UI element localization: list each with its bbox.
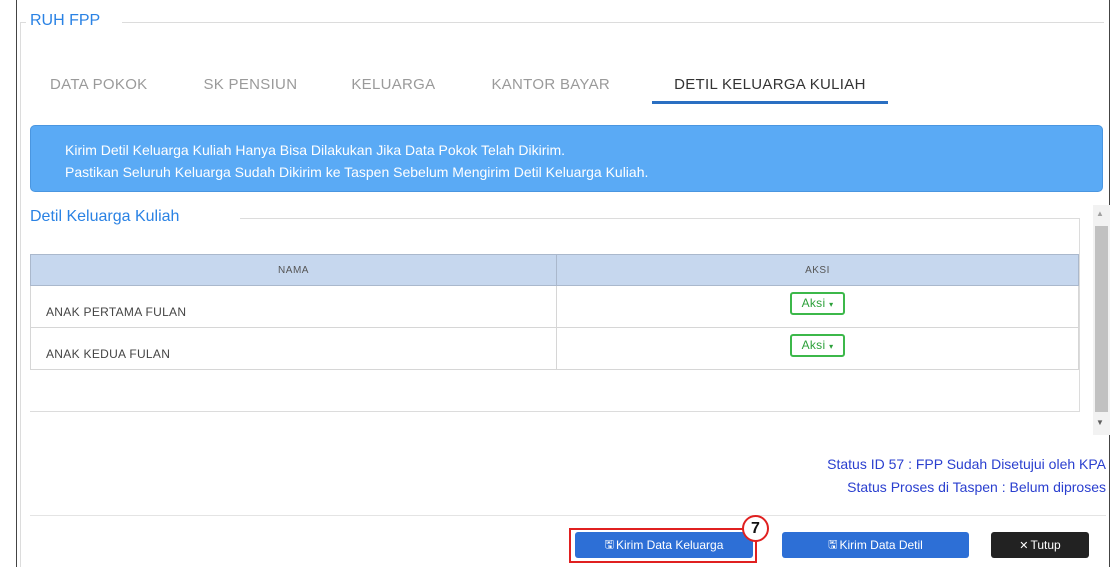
aksi-dropdown-button[interactable]: Aksi ▾: [789, 292, 846, 315]
panel-legend: RUH FPP: [28, 12, 103, 30]
kirim-data-detil-label: Kirim Data Detil: [839, 538, 923, 552]
tab-detil-keluarga-kuliah[interactable]: DETIL KELUARGA KULIAH: [652, 72, 888, 104]
tab-sk-pensiun[interactable]: SK PENSIUN: [189, 72, 311, 104]
column-header-nama[interactable]: NAMA: [30, 254, 557, 286]
table-row: ANAK KEDUA FULAN Aksi ▾: [30, 327, 1079, 370]
tab-bar: DATA POKOK SK PENSIUN KELUARGA KANTOR BA…: [36, 72, 888, 104]
table-row: ANAK PERTAMA FULAN Aksi ▾: [30, 285, 1079, 328]
fieldset-border-top-right: [122, 22, 1104, 23]
column-header-aksi[interactable]: AKSI: [556, 254, 1079, 286]
floppy-disk-icon: 🖫: [828, 538, 838, 551]
status-id-text: Status ID 57 : FPP Sudah Disetujui oleh …: [827, 456, 1106, 472]
caret-down-icon: ▾: [829, 300, 834, 309]
info-alert: Kirim Detil Keluarga Kuliah Hanya Bisa D…: [30, 125, 1103, 192]
tab-kantor-bayar[interactable]: KANTOR BAYAR: [477, 72, 624, 104]
aksi-label: Aksi: [801, 338, 826, 352]
step-marker: 7: [742, 515, 769, 542]
alert-line-2: Pastikan Seluruh Keluarga Sudah Dikirim …: [65, 164, 649, 180]
tutup-button[interactable]: ✕ Tutup: [991, 532, 1089, 558]
cell-nama: ANAK KEDUA FULAN: [30, 327, 557, 370]
cell-aksi: Aksi ▾: [556, 285, 1079, 328]
scrollbar-thumb[interactable]: [1095, 226, 1108, 412]
window-left-border: [16, 0, 17, 567]
times-icon: ✕: [1019, 539, 1029, 552]
fieldset-border-left: [20, 22, 21, 567]
section-border-top: [240, 218, 1080, 219]
cell-aksi: Aksi ▾: [556, 327, 1079, 370]
tab-data-pokok[interactable]: DATA POKOK: [36, 72, 161, 104]
section-border-right: [1079, 218, 1080, 411]
section-title: Detil Keluarga Kuliah: [30, 208, 186, 226]
detil-keluarga-table: NAMA AKSI ANAK PERTAMA FULAN Aksi ▾ ANAK…: [30, 254, 1079, 370]
status-proses-text: Status Proses di Taspen : Belum diproses: [847, 479, 1106, 495]
aksi-dropdown-button[interactable]: Aksi ▾: [789, 334, 846, 357]
tutup-label: Tutup: [1030, 538, 1061, 552]
scroll-up-arrow-icon[interactable]: ▲: [1096, 209, 1104, 218]
tab-keluarga[interactable]: KELUARGA: [337, 72, 449, 104]
section-border-bottom: [30, 411, 1080, 412]
caret-down-icon: ▾: [829, 342, 834, 351]
kirim-data-detil-button[interactable]: 🖫 Kirim Data Detil: [782, 532, 969, 558]
alert-line-1: Kirim Detil Keluarga Kuliah Hanya Bisa D…: [65, 142, 566, 158]
footer-divider: [30, 515, 1106, 516]
table-header-row: NAMA AKSI: [30, 254, 1079, 286]
cell-nama: ANAK PERTAMA FULAN: [30, 285, 557, 328]
highlight-box: [569, 528, 757, 563]
aksi-label: Aksi: [801, 296, 826, 310]
scroll-down-arrow-icon[interactable]: ▼: [1096, 418, 1104, 427]
